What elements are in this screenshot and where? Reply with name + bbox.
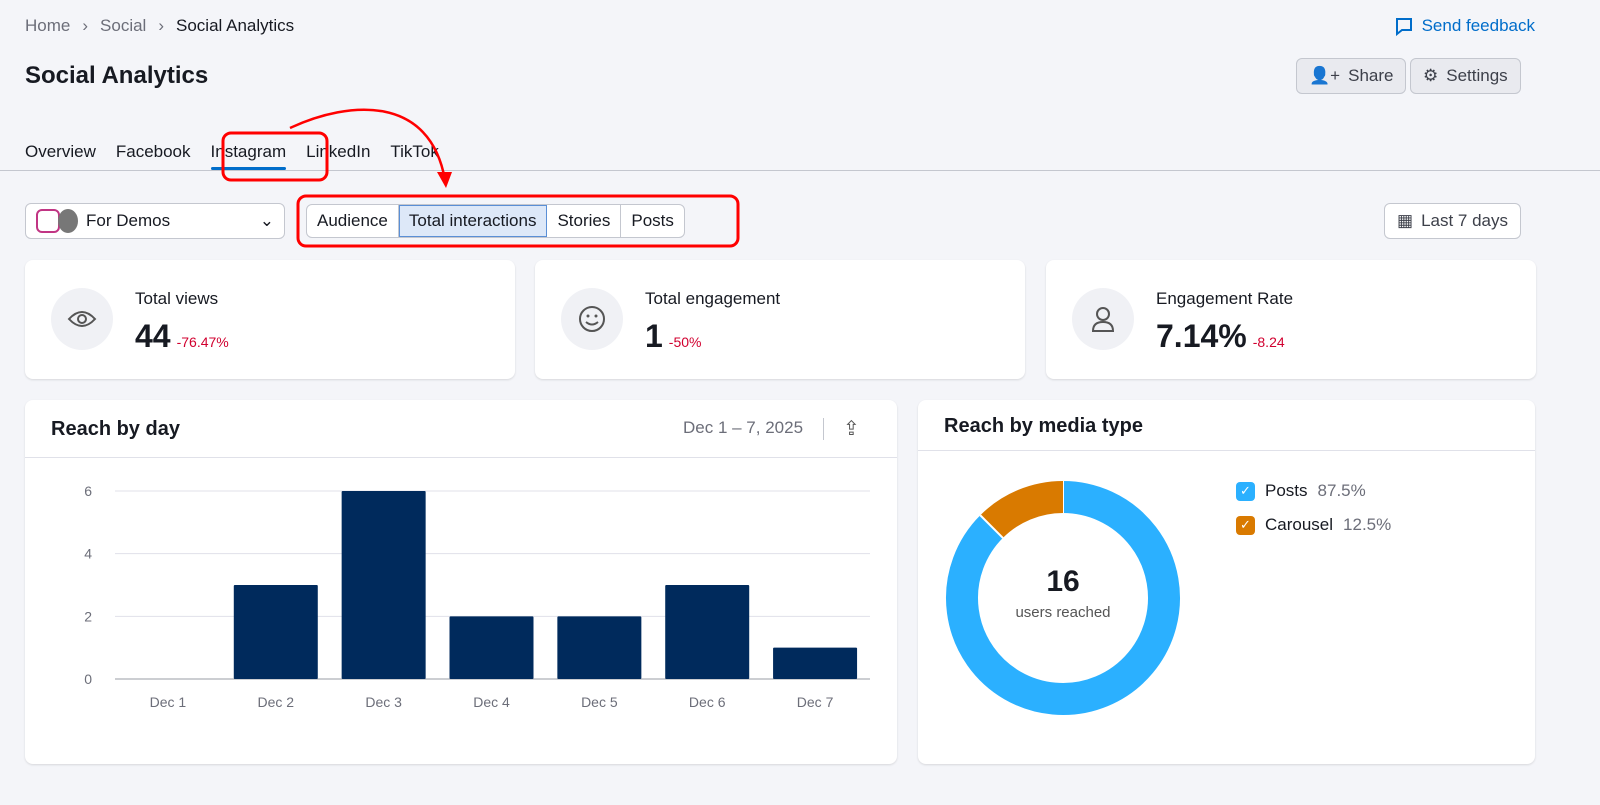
reach-by-media-donut: [946, 481, 1180, 715]
bar[interactable]: [341, 491, 426, 679]
feedback-icon: [1395, 18, 1412, 36]
legend-value: 12.5%: [1343, 515, 1392, 534]
kpi-card-engagement-rate: Engagement Rate 7.14% -8.24: [1046, 260, 1536, 379]
y-tick-label: 2: [84, 608, 92, 624]
settings-label: Settings: [1446, 66, 1508, 85]
kpi-delta: -8.24: [1252, 334, 1285, 350]
date-range-label: Last 7 days: [1421, 211, 1509, 230]
legend-label: Carousel: [1265, 515, 1334, 534]
x-tick-label: Dec 1: [150, 694, 187, 710]
divider: [918, 450, 1535, 451]
legend-label: Posts: [1265, 481, 1308, 500]
add-user-icon: 👤+: [1309, 66, 1341, 85]
y-tick-label: 6: [84, 483, 92, 499]
bar[interactable]: [449, 616, 534, 679]
legend-item-carousel[interactable]: ✓ Carousel 12.5%: [1236, 515, 1391, 535]
x-tick-label: Dec 7: [797, 694, 834, 710]
bar[interactable]: [773, 647, 858, 679]
x-tick-label: Dec 6: [689, 694, 726, 710]
share-button[interactable]: 👤+ Share: [1296, 58, 1407, 94]
x-tick-label: Dec 3: [365, 694, 402, 710]
y-tick-label: 0: [84, 671, 92, 687]
reach-by-day-chart: 0 2 4 6 Dec 1 Dec 2 Dec 3 Dec 4 Dec 5 Dec 6 Dec 7: [84, 483, 870, 710]
send-feedback-label: Send feedback: [1421, 16, 1535, 35]
date-range-button[interactable]: ▦ Last 7 days: [1384, 203, 1522, 239]
gear-icon: ⚙: [1423, 66, 1439, 85]
legend-value: 87.5%: [1317, 481, 1366, 500]
checkbox-checked-icon[interactable]: ✓: [1236, 515, 1255, 535]
settings-button[interactable]: ⚙ Settings: [1410, 58, 1521, 94]
calendar-icon: ▦: [1397, 211, 1414, 230]
donut-slice-carousel[interactable]: [980, 481, 1064, 539]
kpi-value: 7.14%: [1156, 318, 1247, 354]
checkbox-checked-icon[interactable]: ✓: [1236, 481, 1255, 501]
share-label: Share: [1348, 66, 1394, 85]
bar[interactable]: [233, 585, 318, 679]
bar[interactable]: [665, 585, 750, 679]
bar[interactable]: [557, 616, 642, 679]
x-tick-label: Dec 4: [473, 694, 510, 710]
card-title: Reach by media type: [944, 415, 1143, 437]
legend-item-posts[interactable]: ✓ Posts 87.5%: [1236, 481, 1366, 501]
x-tick-label: Dec 5: [581, 694, 618, 710]
kpi-label: Engagement Rate: [1156, 289, 1294, 308]
user-icon: [1072, 288, 1134, 350]
x-tick-label: Dec 2: [257, 694, 294, 710]
send-feedback-link[interactable]: Send feedback: [1394, 16, 1535, 36]
y-tick-label: 4: [84, 546, 92, 562]
